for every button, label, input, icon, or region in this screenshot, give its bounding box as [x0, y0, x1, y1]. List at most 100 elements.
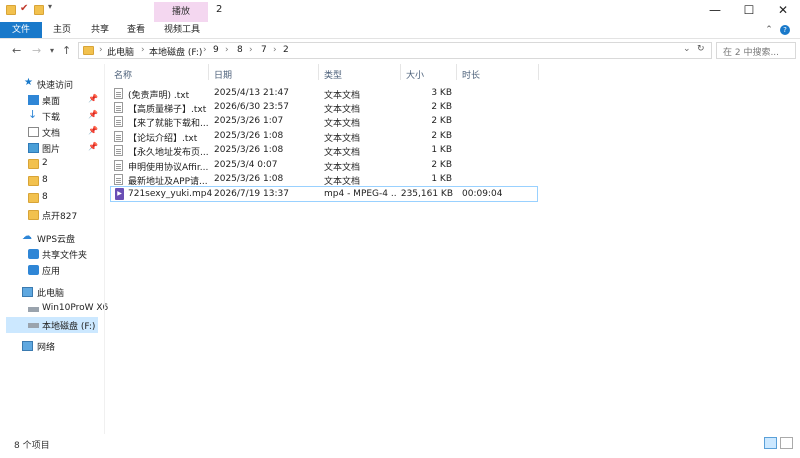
- text-file-icon: [114, 116, 123, 127]
- breadcrumb-7[interactable]: 7: [261, 45, 267, 55]
- document-icon: [28, 127, 39, 137]
- breadcrumb-8[interactable]: 8: [237, 45, 243, 55]
- star-icon: ★: [24, 77, 33, 88]
- ribbon-collapse-icon[interactable]: ⌃: [762, 22, 776, 38]
- text-file-icon: [114, 145, 123, 156]
- breadcrumb-2[interactable]: 2: [283, 45, 289, 55]
- address-bar[interactable]: › 此电脑 › 本地磁盘 (F:) › 9 › 8 › 7 › 2 ⌄ ↻: [78, 42, 712, 59]
- text-file-icon: [114, 88, 123, 99]
- drive-icon: [28, 307, 39, 312]
- minimize-button[interactable]: —: [698, 0, 732, 20]
- folder-icon: [28, 193, 39, 203]
- network-icon: [22, 341, 33, 351]
- column-separator[interactable]: [456, 64, 457, 80]
- pin-icon[interactable]: 📌: [88, 110, 98, 119]
- maximize-button[interactable]: ☐: [732, 0, 766, 20]
- nav-folder-827[interactable]: 点开827: [0, 207, 100, 223]
- status-item-count: 8 个项目: [14, 441, 50, 451]
- crumb-separator-icon[interactable]: ›: [99, 45, 103, 55]
- properties-icon[interactable]: ✔: [20, 3, 30, 14]
- nav-shared-folder[interactable]: 共享文件夹: [0, 246, 100, 262]
- crumb-separator-icon[interactable]: ›: [249, 45, 253, 55]
- breadcrumb-drive[interactable]: 本地磁盘 (F:): [149, 45, 202, 58]
- file-row-selected[interactable]: ▶ 721sexy_yuki.mp4 2026/7/19 13:37 mp4 -…: [110, 186, 538, 202]
- details-view-button[interactable]: [764, 437, 777, 449]
- folder-icon: [28, 210, 39, 220]
- file-row[interactable]: 【高质量梯子】.txt 2026/6/30 23:57 文本文档 2 KB: [110, 100, 538, 115]
- crumb-separator-icon[interactable]: ›: [273, 45, 277, 55]
- nav-folder-2[interactable]: 2: [0, 156, 100, 172]
- nav-this-pc[interactable]: 此电脑: [0, 284, 100, 300]
- folder-icon: [6, 5, 16, 15]
- tab-home[interactable]: 主页: [44, 22, 80, 38]
- file-row[interactable]: 【来了就能下载和... 2025/3/26 1:07 文本文档 2 KB: [110, 114, 538, 129]
- nav-folder-8b[interactable]: 8: [0, 190, 100, 206]
- column-date[interactable]: 日期: [214, 68, 232, 81]
- file-row[interactable]: (免责声明) .txt 2025/4/13 21:47 文本文档 3 KB: [110, 86, 538, 101]
- large-icons-view-button[interactable]: [780, 437, 793, 449]
- new-folder-icon[interactable]: [34, 5, 44, 15]
- nav-wps-cloud[interactable]: ☁ WPS云盘: [0, 230, 100, 246]
- folder-icon: [28, 176, 39, 186]
- tab-share[interactable]: 共享: [82, 22, 118, 38]
- context-tab-play[interactable]: 播放: [154, 2, 208, 22]
- column-length[interactable]: 时长: [462, 68, 480, 81]
- nav-documents[interactable]: 文档 📌: [0, 124, 100, 140]
- text-file-icon: [114, 131, 123, 142]
- nav-desktop[interactable]: 桌面 📌: [0, 92, 100, 108]
- nav-folder-8a[interactable]: 8: [0, 173, 100, 189]
- pin-icon[interactable]: 📌: [88, 94, 98, 103]
- breadcrumb-9[interactable]: 9: [213, 45, 219, 55]
- tab-view[interactable]: 查看: [118, 22, 154, 38]
- column-size[interactable]: 大小: [406, 68, 424, 81]
- file-row[interactable]: 最新地址及APP请... 2025/3/26 1:08 文本文档 1 KB: [110, 172, 538, 187]
- forward-icon[interactable]: →: [32, 44, 41, 57]
- column-separator[interactable]: [318, 64, 319, 80]
- cloud-icon: ☁: [22, 231, 32, 242]
- nav-network[interactable]: 网络: [0, 338, 100, 354]
- file-row[interactable]: 【论坛介绍】.txt 2025/3/26 1:08 文本文档 2 KB: [110, 129, 538, 144]
- nav-drive-c[interactable]: Win10ProW X6: [0, 301, 108, 317]
- ribbon-tabs: 文件 主页 共享 查看 视频工具 ⌃ ?: [0, 22, 800, 39]
- recent-dropdown-icon[interactable]: ▾: [50, 46, 54, 55]
- refresh-icon[interactable]: ↻: [697, 44, 705, 54]
- picture-icon: [28, 143, 39, 153]
- pin-icon[interactable]: 📌: [88, 126, 98, 135]
- column-type[interactable]: 类型: [324, 68, 342, 81]
- close-button[interactable]: ✕: [766, 0, 800, 20]
- qat-dropdown-icon[interactable]: ▾: [48, 2, 58, 12]
- nav-pictures[interactable]: 图片 📌: [0, 140, 100, 156]
- text-file-icon: [114, 174, 123, 185]
- drive-icon: [28, 323, 39, 328]
- column-separator[interactable]: [400, 64, 401, 80]
- search-input[interactable]: 在 2 中搜索...: [716, 42, 796, 59]
- title-bar: ✔ ▾ 播放 2 — ☐ ✕: [0, 0, 800, 22]
- column-name[interactable]: 名称: [114, 68, 132, 81]
- nav-drive-f[interactable]: 本地磁盘 (F:): [6, 317, 98, 333]
- file-row[interactable]: 申明使用协议Affir... 2025/3/4 0:07 文本文档 2 KB: [110, 158, 538, 173]
- crumb-separator-icon[interactable]: ›: [203, 45, 207, 55]
- crumb-separator-icon[interactable]: ›: [225, 45, 229, 55]
- video-file-icon: ▶: [115, 188, 124, 200]
- nav-apps[interactable]: 应用: [0, 262, 100, 278]
- nav-quick-access[interactable]: ★ 快速访问: [0, 76, 100, 92]
- help-icon[interactable]: ?: [778, 22, 792, 38]
- breadcrumb-this-pc[interactable]: 此电脑: [107, 45, 134, 58]
- nav-downloads[interactable]: ↓ 下载 📌: [0, 108, 100, 124]
- window-title: 2: [216, 4, 223, 15]
- crumb-separator-icon[interactable]: ›: [141, 45, 145, 55]
- back-icon[interactable]: ←: [12, 44, 21, 57]
- text-file-icon: [114, 102, 123, 113]
- column-separator[interactable]: [538, 64, 539, 80]
- pin-icon[interactable]: 📌: [88, 142, 98, 151]
- column-separator[interactable]: [208, 64, 209, 80]
- file-row[interactable]: 【永久地址发布页... 2025/3/26 1:08 文本文档 1 KB: [110, 143, 538, 158]
- pane-divider[interactable]: [104, 64, 105, 434]
- download-icon: ↓: [28, 108, 38, 121]
- address-dropdown-icon[interactable]: ⌄: [683, 44, 691, 54]
- up-icon[interactable]: ↑: [62, 44, 71, 57]
- navigation-pane: ★ 快速访问 桌面 📌 ↓ 下载 📌 文档 📌 图片 📌 2 8 8 点开827…: [0, 74, 108, 434]
- tab-video-tools[interactable]: 视频工具: [156, 22, 208, 38]
- tab-file[interactable]: 文件: [0, 22, 42, 38]
- search-placeholder: 在 2 中搜索...: [723, 48, 780, 58]
